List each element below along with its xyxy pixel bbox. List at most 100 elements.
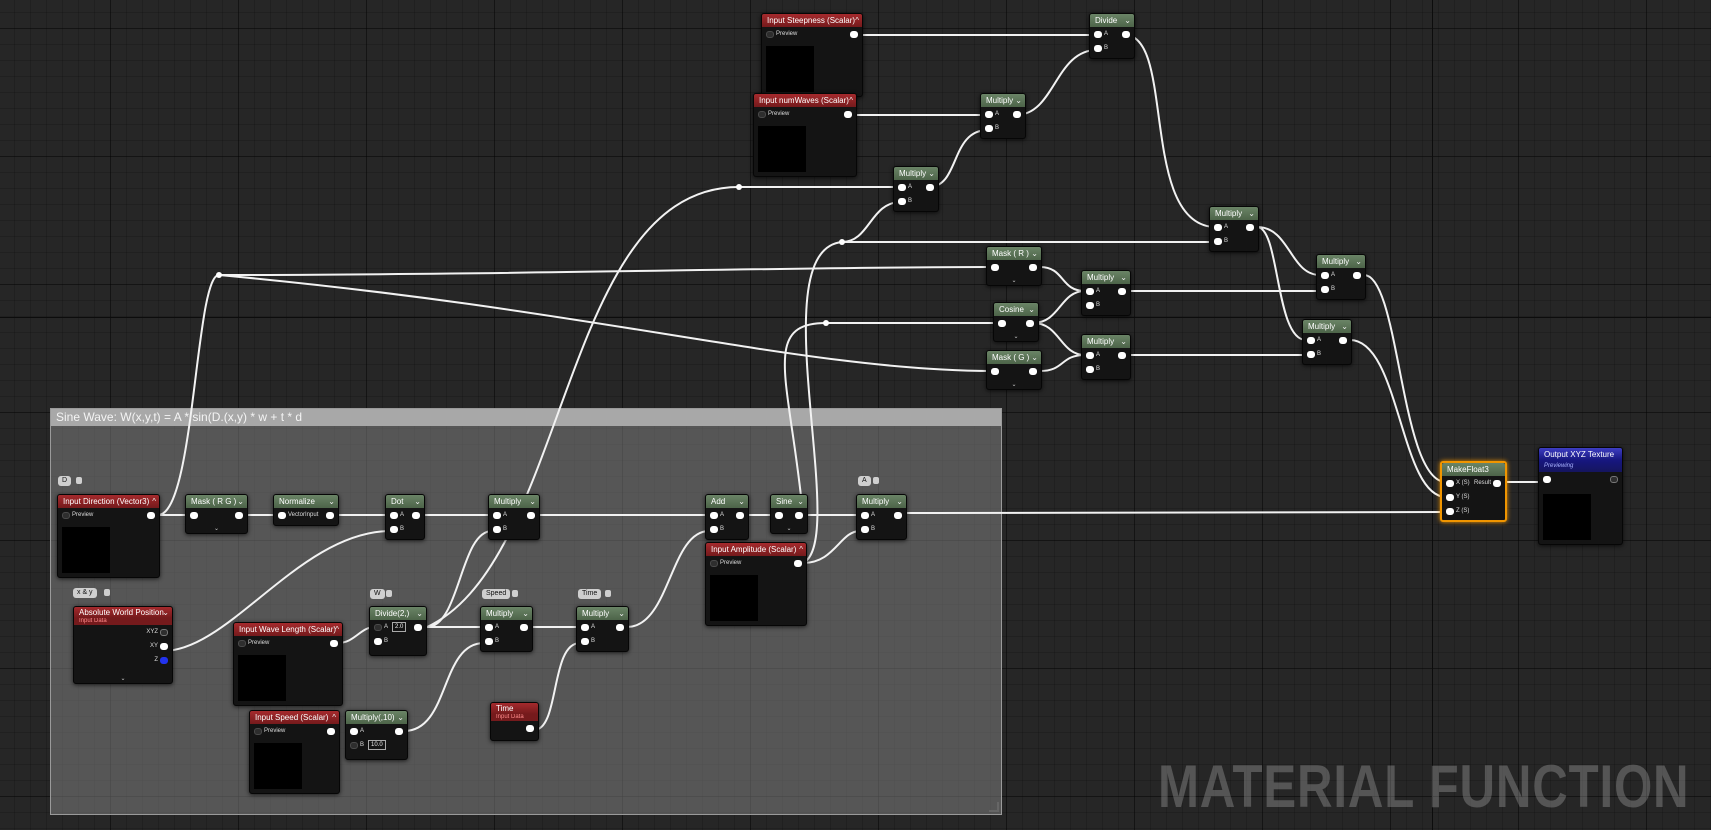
pin-output-z[interactable] <box>160 657 168 664</box>
pin-input-a[interactable] <box>485 624 493 631</box>
chevron-down-icon[interactable]: ⌄ <box>797 495 804 508</box>
pin-input-b[interactable] <box>898 198 906 205</box>
pin-input[interactable] <box>278 512 286 519</box>
chevron-down-icon[interactable]: ⌄ <box>738 495 745 508</box>
collapse-chevron-icon[interactable]: ^ <box>855 14 859 27</box>
node-header[interactable]: Input Direction (Vector3) ^ <box>58 495 159 508</box>
collapse-chevron-icon[interactable]: ^ <box>332 711 336 724</box>
chevron-down-icon[interactable]: ⌄ <box>162 607 169 618</box>
pin-input-a[interactable] <box>581 624 589 631</box>
chevron-down-icon[interactable]: ⌄ <box>237 495 244 508</box>
pin-output[interactable] <box>844 111 852 118</box>
pin-output[interactable] <box>1029 264 1037 271</box>
chevron-down-icon[interactable]: ⌄ <box>522 607 529 620</box>
collapse-chevron-icon[interactable]: ^ <box>335 623 339 636</box>
node-input-direction[interactable]: Input Direction (Vector3) ^ Preview <box>57 494 160 578</box>
pin-input[interactable] <box>998 320 1006 327</box>
chevron-down-icon[interactable]: ⌄ <box>1120 271 1127 284</box>
comment-bubble-speed[interactable]: Speed <box>482 589 511 599</box>
node-multiply-top2[interactable]: Multiply ⌄ A B <box>893 166 939 212</box>
node-input-speed[interactable]: Input Speed (Scalar) ^ Preview <box>249 710 340 794</box>
pin-input[interactable] <box>766 31 774 38</box>
chevron-down-icon[interactable]: ⌄ <box>1031 247 1038 260</box>
node-multiply-w[interactable]: Multiply ⌄ A B <box>488 494 540 540</box>
pin-input-a[interactable] <box>1214 224 1222 231</box>
pin-output[interactable] <box>327 728 335 735</box>
expand-arrow-icon[interactable]: ⌄ <box>186 525 247 532</box>
comment-bubble-toggle[interactable] <box>76 477 82 484</box>
pin-output[interactable] <box>894 512 902 519</box>
node-multiply-mid[interactable]: Multiply ⌄ A B <box>1209 206 1259 252</box>
chevron-down-icon[interactable]: ⌄ <box>1341 320 1348 333</box>
pin-output-xyz[interactable] <box>160 629 168 636</box>
chevron-down-icon[interactable]: ⌄ <box>1028 303 1035 316</box>
pin-output[interactable] <box>616 624 624 631</box>
comment-bubble-xy[interactable]: x & y <box>73 588 97 598</box>
pin-output[interactable] <box>795 512 803 519</box>
pin-input[interactable] <box>190 512 198 519</box>
pin-output[interactable] <box>1029 368 1037 375</box>
node-mask-r[interactable]: Mask ( R ) ⌄ ⌄ <box>986 246 1042 286</box>
pin-input[interactable] <box>991 368 999 375</box>
expand-arrow-icon[interactable]: ⌄ <box>994 333 1038 340</box>
pin-input[interactable] <box>254 728 262 735</box>
pin-input-a[interactable] <box>350 728 358 735</box>
node-multiply-time[interactable]: Multiply ⌄ A B <box>576 606 629 652</box>
pin-input[interactable] <box>991 264 999 271</box>
pin-output[interactable] <box>395 728 403 735</box>
node-header[interactable]: Multiply ⌄ <box>1082 271 1130 284</box>
pin-output[interactable] <box>850 31 858 38</box>
expand-arrow-icon[interactable]: ⌄ <box>987 381 1041 388</box>
pin-input-b[interactable] <box>861 526 869 533</box>
node-input-num-waves[interactable]: Input numWaves (Scalar) ^ Preview <box>753 93 857 177</box>
node-header[interactable]: Multiply ⌄ <box>981 94 1025 107</box>
constant-value-box[interactable]: 2.0 <box>392 622 407 632</box>
pin-input-b[interactable] <box>485 638 493 645</box>
pin-output[interactable] <box>1246 224 1254 231</box>
node-header[interactable]: Divide(2,) ⌄ <box>370 607 426 620</box>
chevron-down-icon[interactable]: ⌄ <box>928 167 935 180</box>
pin-input-b[interactable] <box>1086 366 1094 373</box>
pin-output[interactable] <box>1610 476 1618 483</box>
pin-output[interactable] <box>414 624 422 631</box>
pin-output-result[interactable] <box>1493 480 1501 487</box>
chevron-down-icon[interactable]: ⌄ <box>1355 255 1362 268</box>
node-header[interactable]: Mask ( R G ) ⌄ <box>186 495 247 508</box>
node-header[interactable]: Input Speed (Scalar) ^ <box>250 711 339 724</box>
node-header[interactable]: Mask ( G ) ⌄ <box>987 351 1041 364</box>
collapse-chevron-icon[interactable]: ^ <box>799 543 803 556</box>
pin-input-b[interactable] <box>985 125 993 132</box>
expand-arrow-icon[interactable]: ⌄ <box>74 675 172 682</box>
collapse-chevron-icon[interactable]: ^ <box>152 495 156 508</box>
comment-bubble-toggle[interactable] <box>873 477 879 484</box>
node-header[interactable]: Add ⌄ <box>706 495 748 508</box>
chevron-down-icon[interactable]: ⌄ <box>1015 94 1022 107</box>
expand-arrow-icon[interactable]: ⌄ <box>771 525 807 532</box>
node-header[interactable]: Absolute World Position ⌄ <box>74 607 172 618</box>
pin-output[interactable] <box>1013 111 1021 118</box>
chevron-down-icon[interactable]: ⌄ <box>328 495 335 508</box>
node-input-steepness[interactable]: Input Steepness (Scalar) ^ Preview <box>761 13 863 97</box>
comment-bubble-toggle[interactable] <box>386 590 392 597</box>
chevron-down-icon[interactable]: ⌄ <box>1031 351 1038 364</box>
pin-output[interactable] <box>147 512 155 519</box>
pin-input-a[interactable] <box>1321 272 1329 279</box>
node-header[interactable]: Input numWaves (Scalar) ^ <box>754 94 856 107</box>
node-header[interactable]: Multiply(,10) ⌄ <box>346 711 407 724</box>
node-header[interactable]: MakeFloat3 <box>1442 463 1505 476</box>
pin-input-b[interactable] <box>390 526 398 533</box>
pin-output[interactable] <box>1353 272 1361 279</box>
chevron-down-icon[interactable]: ⌄ <box>414 495 421 508</box>
node-header[interactable]: Cosine ⌄ <box>994 303 1038 316</box>
node-divide-2[interactable]: Divide(2,) ⌄ A 2.0 B <box>369 606 427 656</box>
pin-input[interactable] <box>62 512 70 519</box>
pin-input-b[interactable] <box>710 526 718 533</box>
node-header[interactable]: Normalize ⌄ <box>274 495 338 508</box>
node-input-amplitude[interactable]: Input Amplitude (Scalar) ^ Preview <box>705 542 807 626</box>
pin-input[interactable] <box>758 111 766 118</box>
chevron-down-icon[interactable]: ⌄ <box>1248 207 1255 220</box>
node-make-float3[interactable]: MakeFloat3 X (S) Result Y (S) Z (S) <box>1440 461 1507 522</box>
pin-input-b[interactable] <box>374 638 382 645</box>
node-mask-rg[interactable]: Mask ( R G ) ⌄ ⌄ <box>185 494 248 534</box>
node-header[interactable]: Input Amplitude (Scalar) ^ <box>706 543 806 556</box>
